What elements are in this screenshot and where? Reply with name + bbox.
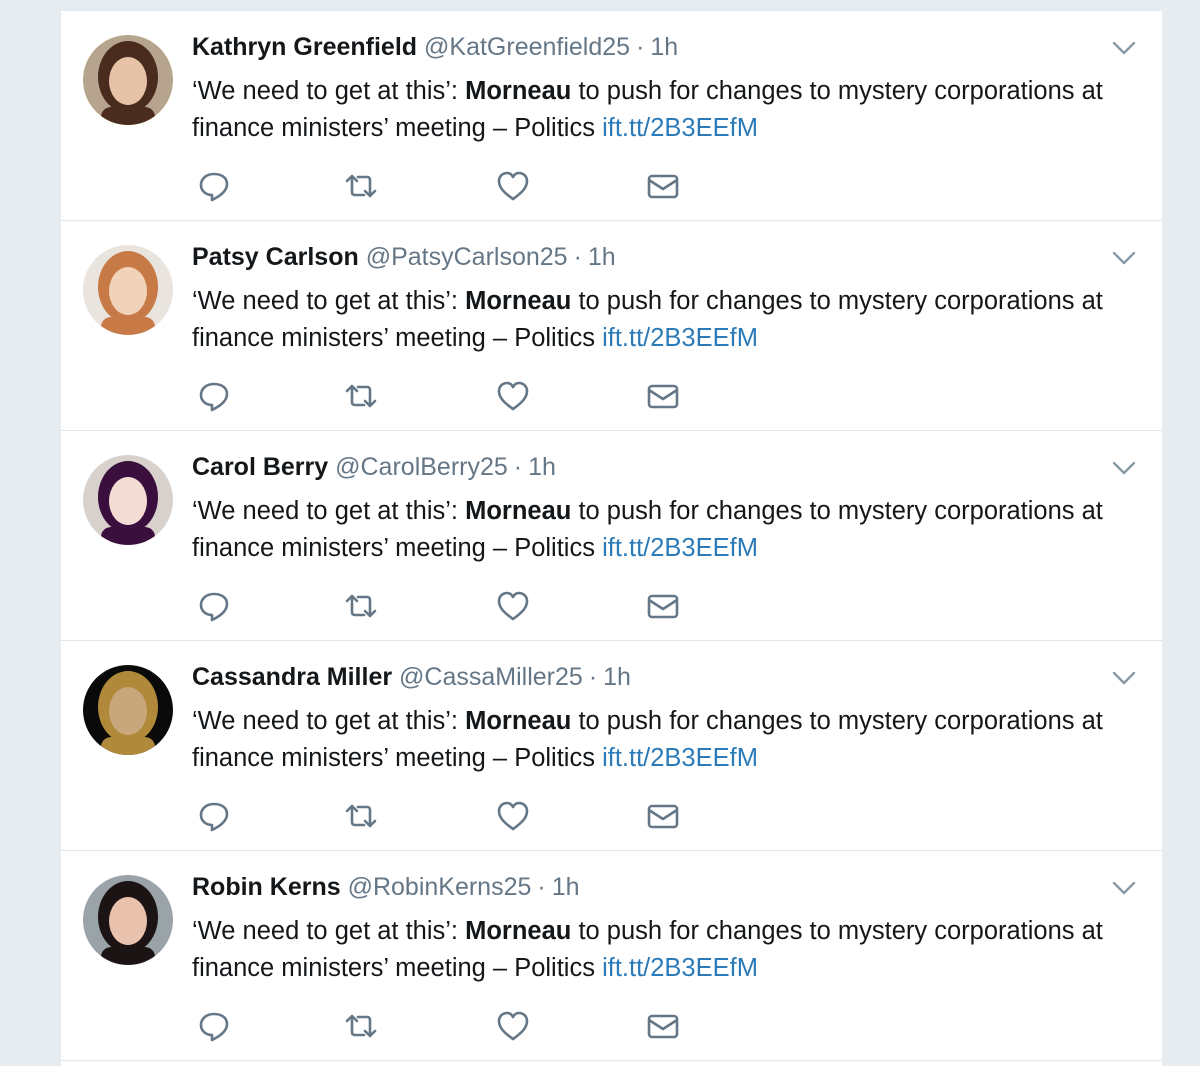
tweet-header: Kathryn Greenfield @KatGreenfield25 · 1h (192, 32, 678, 62)
heart-icon[interactable] (495, 798, 531, 834)
tweet-timestamp[interactable]: 1h (588, 243, 616, 271)
tweet-actions (192, 1008, 752, 1044)
heart-icon[interactable] (495, 1008, 531, 1044)
reply-icon[interactable] (196, 1008, 232, 1044)
envelope-icon[interactable] (645, 1008, 681, 1044)
tweet-text: ‘We need to get at this’: Morneau to pus… (192, 913, 1152, 987)
tweet-text-bold: Morneau (465, 77, 572, 105)
tweet-text-bold: Morneau (465, 497, 572, 525)
tweet[interactable]: Carol Berry @CarolBerry25 · 1h ‘We need to… (61, 431, 1162, 641)
reply-icon[interactable] (196, 588, 232, 624)
timeline: Kathryn Greenfield @KatGreenfield25 · 1h ‘… (61, 10, 1162, 1066)
tweet-link[interactable]: ift.tt/2B3EEfM (602, 324, 758, 352)
reply-icon[interactable] (196, 168, 232, 204)
tweet-actions (192, 168, 752, 204)
tweet-text-bold: Morneau (465, 287, 572, 315)
tweet-fullname[interactable]: Patsy Carlson (192, 243, 359, 271)
tweet-text-start: ‘We need to get at this’: (192, 707, 466, 735)
avatar[interactable] (83, 665, 173, 755)
tweet-text-start: ‘We need to get at this’: (192, 917, 466, 945)
tweet-timestamp[interactable]: 1h (552, 873, 580, 901)
envelope-icon[interactable] (645, 588, 681, 624)
heart-icon[interactable] (495, 378, 531, 414)
tweet-link[interactable]: ift.tt/2B3EEfM (602, 534, 758, 562)
separator-dot: · (636, 33, 645, 61)
tweet-timestamp[interactable]: 1h (528, 453, 556, 481)
heart-icon[interactable] (495, 168, 531, 204)
tweet-header: Robin Kerns @RobinKerns25 · 1h (192, 872, 580, 902)
envelope-icon[interactable] (645, 798, 681, 834)
tweet-text-start: ‘We need to get at this’: (192, 497, 466, 525)
tweet-text-start: ‘We need to get at this’: (192, 287, 466, 315)
retweet-icon[interactable] (343, 378, 379, 414)
tweet-fullname[interactable]: Kathryn Greenfield (192, 33, 417, 61)
tweet-fullname[interactable]: Robin Kerns (192, 873, 341, 901)
separator-dot: · (573, 243, 582, 271)
tweet-text: ‘We need to get at this’: Morneau to pus… (192, 73, 1152, 147)
avatar[interactable] (83, 35, 173, 125)
envelope-icon[interactable] (645, 168, 681, 204)
chevron-down-icon[interactable] (1111, 879, 1137, 897)
tweet-header: Patsy Carlson @PatsyCarlson25 · 1h (192, 242, 616, 272)
tweet-fullname[interactable]: Carol Berry (192, 453, 328, 481)
tweet[interactable]: Cassandra Miller @CassaMiller25 · 1h ‘We n… (61, 641, 1162, 851)
separator-dot: · (537, 873, 546, 901)
tweet-link[interactable]: ift.tt/2B3EEfM (602, 114, 758, 142)
tweet[interactable]: Robin Kerns @RobinKerns25 · 1h ‘We need to… (61, 851, 1162, 1061)
tweet-text: ‘We need to get at this’: Morneau to pus… (192, 283, 1152, 357)
tweet-timestamp[interactable]: 1h (650, 33, 678, 61)
tweet-handle[interactable]: @CassaMiller25 (399, 663, 583, 691)
reply-icon[interactable] (196, 798, 232, 834)
retweet-icon[interactable] (343, 168, 379, 204)
reply-icon[interactable] (196, 378, 232, 414)
chevron-down-icon[interactable] (1111, 39, 1137, 57)
tweet[interactable]: Patsy Carlson @PatsyCarlson25 · 1h ‘We nee… (61, 221, 1162, 431)
tweet-header: Carol Berry @CarolBerry25 · 1h (192, 452, 556, 482)
avatar[interactable] (83, 875, 173, 965)
tweet-handle[interactable]: @KatGreenfield25 (424, 33, 630, 61)
tweet-link[interactable]: ift.tt/2B3EEfM (602, 744, 758, 772)
tweet-text-bold: Morneau (465, 707, 572, 735)
tweet[interactable]: Kathryn Greenfield @KatGreenfield25 · 1h ‘… (61, 11, 1162, 221)
tweet-text: ‘We need to get at this’: Morneau to pus… (192, 703, 1152, 777)
separator-dot: · (588, 663, 598, 691)
chevron-down-icon[interactable] (1111, 249, 1137, 267)
retweet-icon[interactable] (343, 1008, 379, 1044)
retweet-icon[interactable] (343, 588, 379, 624)
tweet-link[interactable]: ift.tt/2B3EEfM (602, 954, 758, 982)
chevron-down-icon[interactable] (1111, 459, 1137, 477)
tweet-handle[interactable]: @CarolBerry25 (335, 453, 508, 481)
envelope-icon[interactable] (645, 378, 681, 414)
avatar[interactable] (83, 455, 173, 545)
tweet-text-bold: Morneau (465, 917, 572, 945)
tweet-timestamp[interactable]: 1h (603, 663, 631, 691)
retweet-icon[interactable] (343, 798, 379, 834)
tweet-actions (192, 588, 752, 624)
avatar[interactable] (83, 245, 173, 335)
tweet-handle[interactable]: @RobinKerns25 (348, 873, 532, 901)
separator-dot: · (513, 453, 523, 481)
tweet-actions (192, 798, 752, 834)
heart-icon[interactable] (495, 588, 531, 624)
tweet-text: ‘We need to get at this’: Morneau to pus… (192, 493, 1152, 567)
tweet-fullname[interactable]: Cassandra Miller (192, 663, 392, 691)
tweet-handle[interactable]: @PatsyCarlson25 (366, 243, 568, 271)
tweet-actions (192, 378, 752, 414)
tweet-header: Cassandra Miller @CassaMiller25 · 1h (192, 662, 631, 692)
tweet-text-start: ‘We need to get at this’: (192, 77, 466, 105)
chevron-down-icon[interactable] (1111, 669, 1137, 687)
